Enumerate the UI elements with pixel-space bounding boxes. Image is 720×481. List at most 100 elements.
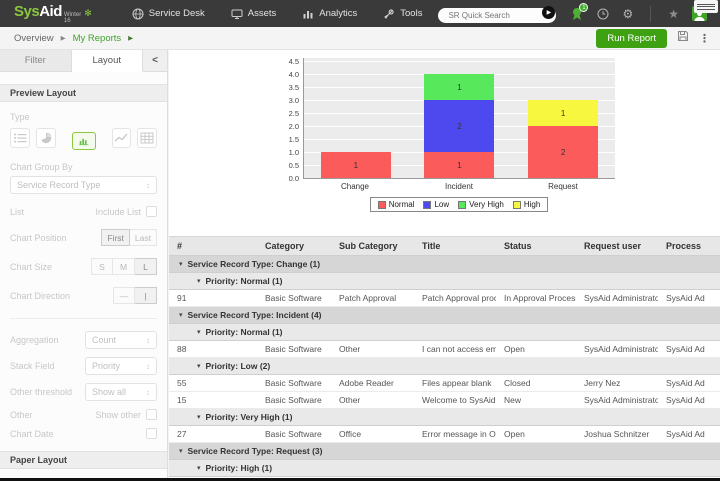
bar-segment-very-high: 1 xyxy=(424,74,495,100)
legend-label: High xyxy=(523,200,541,209)
quick-search-input[interactable] xyxy=(438,7,557,23)
stack-field-select[interactable]: Priority ↕ xyxy=(85,357,157,375)
group-row[interactable]: ▾ Service Record Type: Request (3) xyxy=(169,443,720,460)
table-cell: Open xyxy=(504,344,525,354)
vertical-direction-icon[interactable]: | xyxy=(135,287,157,304)
legend-swatch xyxy=(423,200,432,209)
logo-tag: Winter 16 xyxy=(63,12,82,24)
table-row[interactable]: 15 Basic Software Other Welcome to SysAid! N… xyxy=(169,392,720,409)
chart-size-l-button[interactable]: L xyxy=(135,258,157,275)
column-header[interactable]: Process xyxy=(658,241,720,251)
table-cell: Error message in Outlo... xyxy=(422,429,496,439)
column-header[interactable]: Status xyxy=(496,241,576,251)
stacked-bar-chart: 0.0 0.5 1.0 1.5 2.0 2.5 3.0 3.5 4.0 4.5 112121 Ch… xyxy=(169,50,720,236)
column-header[interactable]: # xyxy=(169,241,257,251)
aggregation-select[interactable]: Count ↕ xyxy=(85,331,157,349)
report-settings-sidebar: Filter Layout < Preview Layout Type Char… xyxy=(0,50,168,478)
sidebar-collapse-icon[interactable]: < xyxy=(143,50,167,72)
notifications-badge-icon[interactable]: 1 xyxy=(570,3,589,21)
include-list-checkbox[interactable] xyxy=(146,206,157,217)
subgroup-row[interactable]: ▾ Priority: High (1) xyxy=(169,460,720,477)
table-cell: New xyxy=(504,395,522,405)
collapse-triangle-icon[interactable]: ▾ xyxy=(197,413,201,421)
quick-search: ▶ xyxy=(438,5,557,23)
chart-size-m-button[interactable]: M xyxy=(113,258,135,275)
favorites-star-icon[interactable]: ★ xyxy=(668,8,679,20)
subgroup-label: Priority: High (1) xyxy=(205,463,273,473)
table-row[interactable]: 88 Basic Software Other I can not access em… xyxy=(169,341,720,358)
horizontal-direction-icon[interactable]: — xyxy=(113,287,135,304)
breadcrumb-my-reports[interactable]: My Reports xyxy=(73,33,122,44)
breadcrumb-overview[interactable]: Overview xyxy=(14,33,54,44)
chart-legend: Normal Low Very High High xyxy=(369,197,549,212)
table-cell: Patch Approval process xyxy=(422,293,496,303)
table-row[interactable]: 55 Basic Software Adobe Reader Files appear… xyxy=(169,375,720,392)
chart-position-first-button[interactable]: First xyxy=(101,229,130,246)
monitor-icon xyxy=(231,8,243,20)
chart-group-by-select[interactable]: Service Record Type ↕ xyxy=(10,176,157,194)
line-type-icon[interactable] xyxy=(111,128,132,148)
chart-y-axis: 0.0 0.5 1.0 1.5 2.0 2.5 3.0 3.5 4.0 4.5 xyxy=(279,58,303,183)
save-report-icon[interactable] xyxy=(677,29,689,47)
column-header[interactable]: Request user xyxy=(576,241,658,251)
run-report-button[interactable]: Run Report xyxy=(596,28,667,48)
collapse-triangle-icon[interactable]: ▾ xyxy=(197,362,201,370)
table-cell: 27 xyxy=(177,429,187,439)
stack-field-value: Priority xyxy=(92,361,121,371)
other-threshold-select[interactable]: Show all ↕ xyxy=(85,383,157,401)
collapse-triangle-icon[interactable]: ▾ xyxy=(197,328,201,336)
collapse-triangle-icon[interactable]: ▾ xyxy=(197,464,201,472)
bar-incident[interactable]: 1 2 1 xyxy=(424,74,495,178)
bar-type-icon-selected[interactable] xyxy=(71,132,96,150)
subgroup-row[interactable]: ▾ Priority: Very High (1) xyxy=(169,409,720,426)
group-label: Service Record Type: Request (3) xyxy=(187,446,323,456)
column-header[interactable]: Title xyxy=(414,241,496,251)
search-go-icon[interactable]: ▶ xyxy=(542,5,556,19)
logo-text-aid: Aid xyxy=(39,3,62,20)
aggregation-label: Aggregation xyxy=(10,335,59,345)
menu-tools[interactable]: Tools xyxy=(383,8,422,20)
bar-change[interactable]: 1 xyxy=(320,152,391,178)
group-label: Service Record Type: Change (1) xyxy=(187,259,321,269)
settings-gear-icon[interactable]: ⚙ xyxy=(622,8,633,20)
more-options-kebab-icon[interactable]: ⋮ xyxy=(699,32,710,45)
subgroup-row[interactable]: ▾ Priority: Low (2) xyxy=(169,358,720,375)
list-type-icon[interactable] xyxy=(10,128,30,148)
subgroup-row[interactable]: ▾ Priority: Normal (1) xyxy=(169,324,720,341)
tab-layout[interactable]: Layout xyxy=(71,50,143,72)
menu-assets[interactable]: Assets xyxy=(231,8,276,20)
table-cell: Basic Software xyxy=(265,429,322,439)
table-cell: Adobe Reader xyxy=(339,378,394,388)
include-list-label: Include List xyxy=(95,206,141,217)
report-preview-area: 0.0 0.5 1.0 1.5 2.0 2.5 3.0 3.5 4.0 4.5 112121 Ch… xyxy=(169,50,720,478)
chart-size-s-button[interactable]: S xyxy=(91,258,113,275)
chart-date-checkbox[interactable] xyxy=(146,428,157,439)
collapse-triangle-icon[interactable]: ▾ xyxy=(179,311,183,319)
column-header[interactable]: Category xyxy=(257,241,331,251)
table-type-icon[interactable] xyxy=(137,128,157,148)
column-header[interactable]: Sub Category xyxy=(331,241,414,251)
show-other-checkbox[interactable] xyxy=(146,409,157,420)
group-row[interactable]: ▾ Service Record Type: Incident (4) xyxy=(169,307,720,324)
menu-service-desk[interactable]: Service Desk xyxy=(132,8,205,20)
menu-analytics[interactable]: Analytics xyxy=(302,8,357,20)
table-cell: SysAid Ad xyxy=(666,395,705,405)
collapse-triangle-icon[interactable]: ▾ xyxy=(179,260,183,268)
group-row[interactable]: ▾ Service Record Type: Change (1) xyxy=(169,256,720,273)
history-clock-icon[interactable] xyxy=(597,8,609,20)
table-row[interactable]: 91 Basic Software Patch Approval Patch Appr… xyxy=(169,290,720,307)
chart-position-last-button[interactable]: Last xyxy=(129,229,157,246)
collapse-triangle-icon[interactable]: ▾ xyxy=(197,277,201,285)
hamburger-menu-icon[interactable] xyxy=(694,0,718,13)
sysaid-logo[interactable]: Sys Aid Winter 16 ✻ xyxy=(14,3,92,24)
legend-label: Low xyxy=(434,200,450,209)
bar-request[interactable]: 21 xyxy=(528,100,599,178)
table-cell: Closed xyxy=(504,378,531,388)
bar-segment-value: 2 xyxy=(457,121,462,131)
subgroup-row[interactable]: ▾ Priority: Normal (1) xyxy=(169,273,720,290)
y-tick-label: 1.5 xyxy=(288,135,299,144)
pie-type-icon[interactable] xyxy=(35,128,56,148)
collapse-triangle-icon[interactable]: ▾ xyxy=(179,447,183,455)
tab-filter[interactable]: Filter xyxy=(0,50,72,72)
table-row[interactable]: 27 Basic Software Office Error message in O… xyxy=(169,426,720,443)
